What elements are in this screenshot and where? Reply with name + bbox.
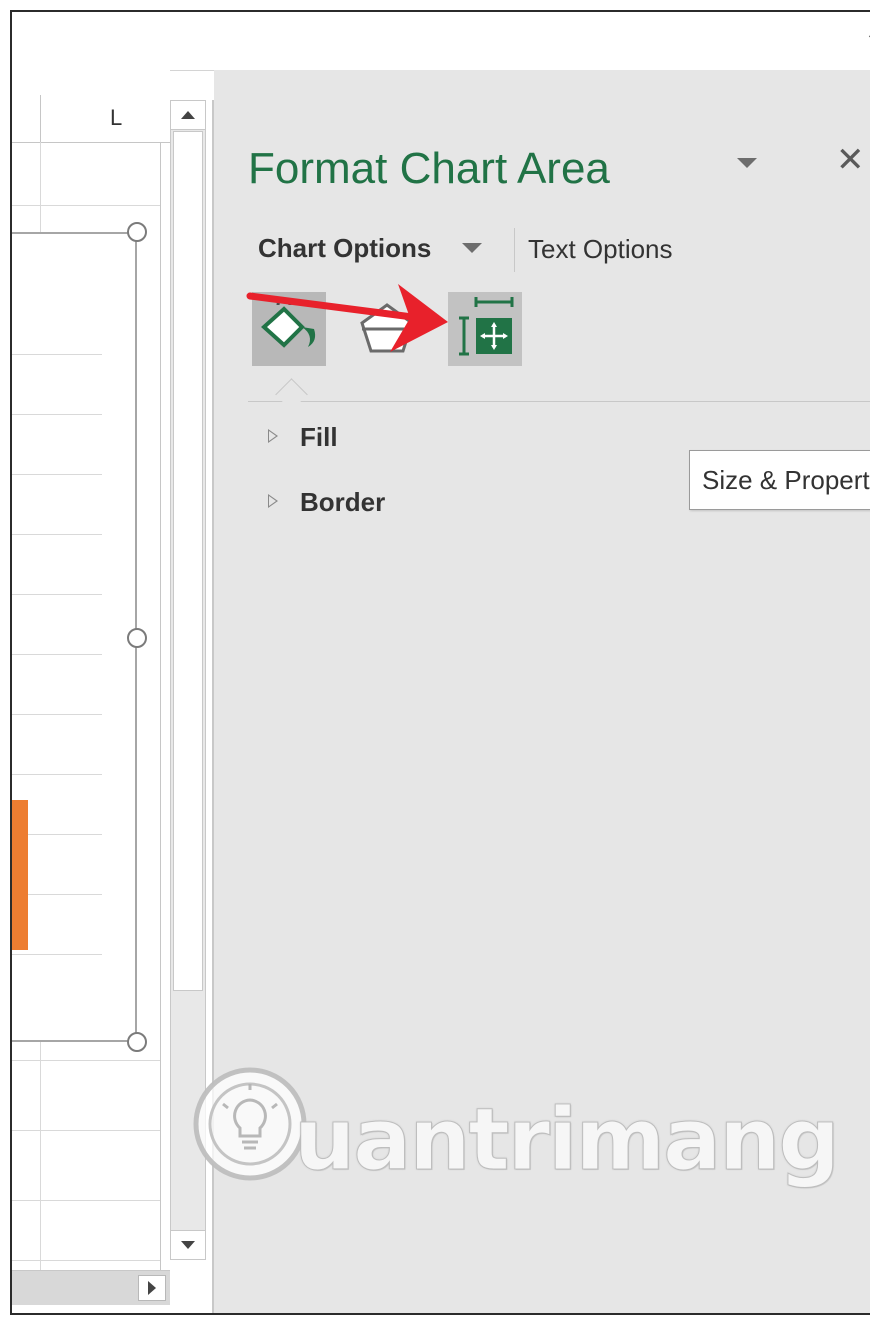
- chart-gridline: [12, 774, 102, 775]
- triangle-up-icon: [181, 111, 195, 119]
- border-section-toggle[interactable]: Border: [268, 487, 385, 518]
- border-section-label: Border: [300, 487, 386, 517]
- chart-options-dropdown-icon[interactable]: [462, 243, 482, 253]
- size-properties-icon: [459, 297, 514, 356]
- fill-section-toggle[interactable]: Fill: [268, 422, 338, 453]
- resize-handle-top-right[interactable]: [127, 222, 147, 242]
- horizontal-scrollbar[interactable]: [12, 1270, 170, 1305]
- chart-gridline: [12, 474, 102, 475]
- gridline: [12, 1200, 160, 1201]
- expand-triangle-icon: [268, 494, 278, 509]
- scroll-down-button[interactable]: [171, 1230, 205, 1259]
- scroll-right-button[interactable]: [138, 1275, 166, 1301]
- chart-gridline: [12, 354, 102, 355]
- watermark-text: uantrimang: [294, 1090, 841, 1191]
- resize-handle-middle-right[interactable]: [127, 628, 147, 648]
- gridline: [12, 1060, 160, 1061]
- expand-triangle-icon: [268, 429, 278, 444]
- column-header-l[interactable]: L: [110, 105, 122, 131]
- chart-gridline: [12, 714, 102, 715]
- text-options-tab[interactable]: Text Options: [528, 234, 673, 265]
- chart-area[interactable]: [12, 232, 137, 1042]
- chart-gridline: [12, 534, 102, 535]
- triangle-right-icon: [148, 1281, 156, 1295]
- pane-title: Format Chart Area: [248, 144, 610, 193]
- resize-handle-bottom-right[interactable]: [127, 1032, 147, 1052]
- column-header-row: L: [12, 70, 170, 143]
- chart-gridline: [12, 414, 102, 415]
- gridline: [12, 1130, 160, 1131]
- size-properties-tab[interactable]: [448, 292, 522, 366]
- chart-gridline: [12, 654, 102, 655]
- worksheet-area[interactable]: L: [12, 70, 170, 1270]
- active-tab-caret: [275, 378, 308, 411]
- vertical-scrollbar[interactable]: [170, 100, 206, 1260]
- scroll-thumb[interactable]: [173, 131, 203, 991]
- size-properties-tooltip: Size & Properties: [689, 450, 870, 510]
- triangle-down-icon: [181, 1241, 195, 1249]
- title-bar: ⌄: [12, 12, 870, 71]
- scroll-up-button[interactable]: [171, 101, 205, 130]
- fill-section-label: Fill: [300, 422, 338, 452]
- pentagon-icon: [360, 303, 414, 353]
- chart-options-tab[interactable]: Chart Options: [258, 233, 431, 264]
- column-divider: [40, 95, 41, 142]
- gridline: [12, 1260, 160, 1261]
- sheet-edge: [160, 142, 161, 1270]
- fill-line-tab[interactable]: [252, 292, 326, 366]
- tab-underline: [248, 401, 870, 402]
- options-divider: [514, 228, 515, 272]
- chart-bar[interactable]: [12, 800, 28, 950]
- pane-options-dropdown-icon[interactable]: [737, 158, 757, 168]
- effects-tab[interactable]: [350, 292, 424, 366]
- gridline: [12, 205, 160, 206]
- ribbon-chevron-icon[interactable]: ⌄: [866, 26, 870, 42]
- close-icon[interactable]: ✕: [836, 140, 865, 180]
- chart-gridline: [12, 594, 102, 595]
- paint-bucket-icon: [261, 299, 316, 348]
- chart-gridline: [12, 954, 102, 955]
